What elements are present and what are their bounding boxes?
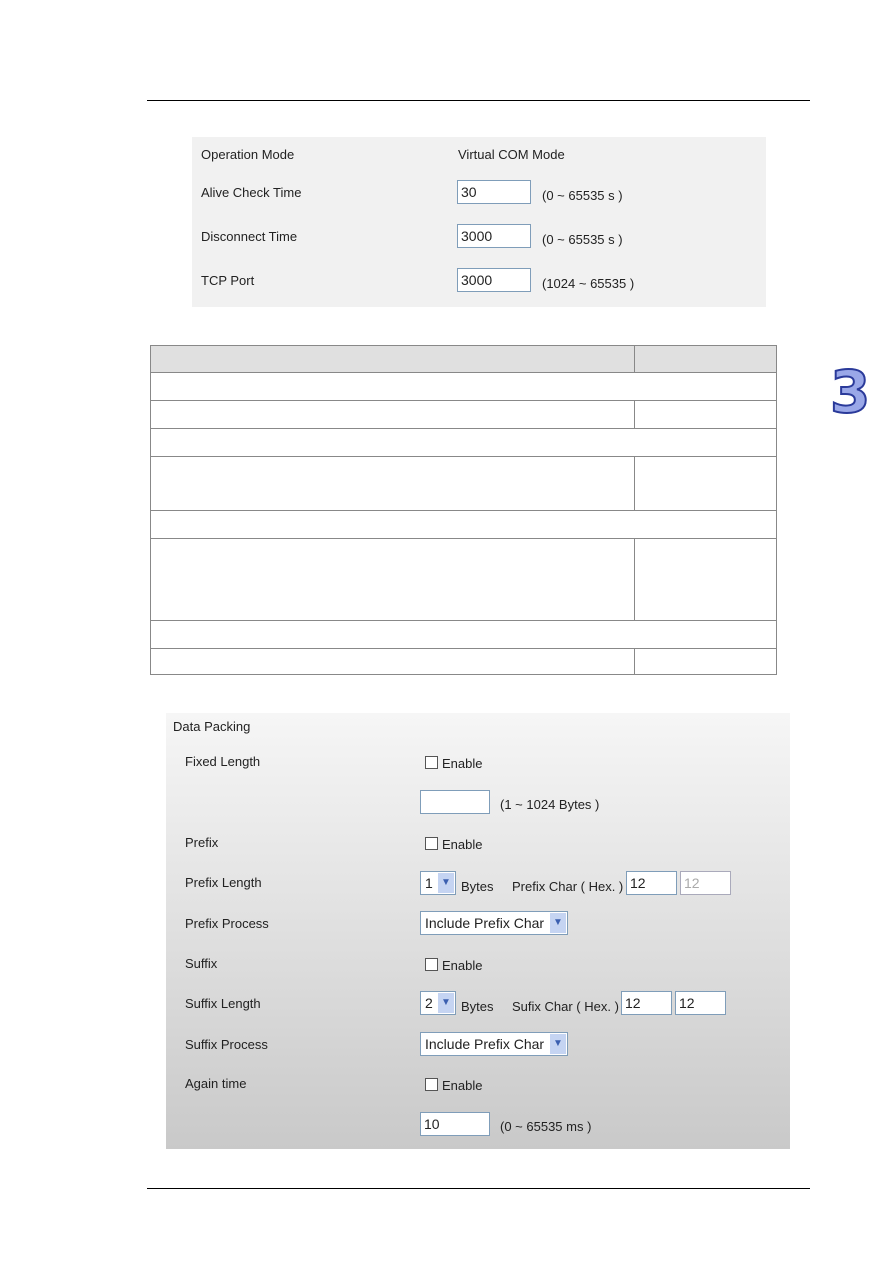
chevron-down-icon: ▼ xyxy=(550,913,566,933)
footer-rule xyxy=(147,1188,810,1189)
suffix-enable-label: Enable xyxy=(442,958,483,973)
alive-check-range: (0 ~ 65535 s ) xyxy=(542,188,623,203)
data-packing-panel: Data Packing Fixed Length Enable (1 ~ 10… xyxy=(166,713,790,1149)
alive-check-input[interactable]: 30 xyxy=(457,180,531,204)
header-rule xyxy=(147,100,810,101)
suffix-char-input-1[interactable]: 12 xyxy=(621,991,672,1015)
suffix-length-value: 2 xyxy=(425,995,433,1011)
suffix-process-select[interactable]: Include Prefix Char ▼ xyxy=(420,1032,568,1056)
prefix-length-value: 1 xyxy=(425,875,433,891)
prefix-char-input-2[interactable]: 12 xyxy=(680,871,731,895)
disconnect-range: (0 ~ 65535 s ) xyxy=(542,232,623,247)
suffix-length-label: Suffix Length xyxy=(185,996,261,1011)
prefix-process-label: Prefix Process xyxy=(185,916,269,931)
prefix-char-label: Prefix Char ( Hex. ) xyxy=(512,879,624,894)
disconnect-input[interactable]: 3000 xyxy=(457,224,531,248)
fixed-length-label: Fixed Length xyxy=(185,754,261,769)
table-row xyxy=(150,400,777,429)
chevron-down-icon: ▼ xyxy=(438,993,454,1013)
fixed-length-range: (1 ~ 1024 Bytes ) xyxy=(500,797,600,812)
prefix-process-select[interactable]: Include Prefix Char ▼ xyxy=(420,911,568,935)
table-row xyxy=(150,510,777,539)
table-row xyxy=(150,648,777,675)
chapter-tab: 3 xyxy=(829,357,871,427)
chevron-down-icon: ▼ xyxy=(550,1034,566,1054)
prefix-label: Prefix xyxy=(185,835,219,850)
suffix-process-value: Include Prefix Char xyxy=(425,1036,545,1052)
fixed-length-input[interactable] xyxy=(420,790,490,814)
prefix-length-select[interactable]: 1 ▼ xyxy=(420,871,456,895)
disconnect-label: Disconnect Time xyxy=(201,229,298,244)
operation-mode-label: Operation Mode xyxy=(201,147,295,162)
prefix-bytes-label: Bytes xyxy=(461,879,494,894)
alive-check-label: Alive Check Time xyxy=(201,185,302,200)
suffix-bytes-label: Bytes xyxy=(461,999,494,1014)
tcp-port-input[interactable]: 3000 xyxy=(457,268,531,292)
prefix-length-label: Prefix Length xyxy=(185,875,262,890)
suffix-char-label: Sufix Char ( Hex. ) xyxy=(512,999,619,1014)
table-row xyxy=(150,428,777,457)
tcp-port-range: (1024 ~ 65535 ) xyxy=(542,276,635,291)
table-row xyxy=(150,456,777,511)
again-time-enable-label: Enable xyxy=(442,1078,483,1093)
prefix-enable-label: Enable xyxy=(442,837,483,852)
settings-table xyxy=(150,345,777,675)
table-header xyxy=(150,345,777,373)
table-row xyxy=(150,620,777,649)
table-row xyxy=(150,538,777,621)
fixed-length-checkbox[interactable] xyxy=(425,756,438,769)
operation-mode-value: Virtual COM Mode xyxy=(458,147,565,162)
again-time-input[interactable]: 10 xyxy=(420,1112,490,1136)
again-time-checkbox[interactable] xyxy=(425,1078,438,1091)
tcp-port-label: TCP Port xyxy=(201,273,255,288)
manual-page: 3 Operation Mode Virtual COM Mode Alive … xyxy=(0,0,893,1263)
suffix-process-label: Suffix Process xyxy=(185,1037,268,1052)
data-packing-title: Data Packing xyxy=(173,719,251,734)
suffix-char-input-2[interactable]: 12 xyxy=(675,991,726,1015)
again-time-range: (0 ~ 65535 ms ) xyxy=(500,1119,592,1134)
again-time-label: Again time xyxy=(185,1076,247,1091)
prefix-checkbox[interactable] xyxy=(425,837,438,850)
fixed-length-enable-label: Enable xyxy=(442,756,483,771)
chevron-down-icon: ▼ xyxy=(438,873,454,893)
suffix-length-select[interactable]: 2 ▼ xyxy=(420,991,456,1015)
suffix-checkbox[interactable] xyxy=(425,958,438,971)
prefix-char-input-1[interactable]: 12 xyxy=(626,871,677,895)
table-row xyxy=(150,372,777,401)
virtual-com-panel: Operation Mode Virtual COM Mode Alive Ch… xyxy=(192,137,766,307)
suffix-label: Suffix xyxy=(185,956,218,971)
prefix-process-value: Include Prefix Char xyxy=(425,915,545,931)
